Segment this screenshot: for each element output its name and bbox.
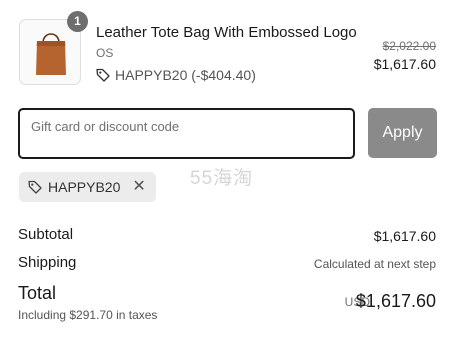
shipping-label: Shipping xyxy=(18,254,77,271)
quantity-badge: 1 xyxy=(67,11,88,32)
line-item-price: $1,617.60 xyxy=(373,56,436,72)
tag-icon xyxy=(28,180,42,194)
applied-code-text: HAPPYB20 xyxy=(48,179,121,195)
close-icon[interactable]: ✕ xyxy=(132,179,145,195)
original-price: $2,022.00 xyxy=(382,39,436,53)
total-label: Total xyxy=(18,283,57,303)
apply-button[interactable]: Apply xyxy=(368,108,437,158)
applied-discount-line: HAPPYB20 (-$404.40) xyxy=(96,67,256,83)
product-variant: OS xyxy=(96,46,114,60)
watermark: 55海淘 xyxy=(190,168,254,189)
tax-note: Including $291.70 in taxes xyxy=(18,308,158,322)
total-value: $1,617.60 xyxy=(355,291,436,311)
discount-code-input[interactable] xyxy=(18,108,355,159)
discount-line-text: HAPPYB20 (-$404.40) xyxy=(115,67,256,83)
tote-bag-image xyxy=(36,33,66,75)
subtotal-label: Subtotal xyxy=(18,226,74,243)
shipping-value: Calculated at next step xyxy=(313,257,436,271)
product-name: Leather Tote Bag With Embossed Logo xyxy=(96,24,357,41)
tag-icon xyxy=(96,68,110,82)
subtotal-value: $1,617.60 xyxy=(373,228,436,244)
applied-code-chip: HAPPYB20 ✕ xyxy=(19,172,156,202)
